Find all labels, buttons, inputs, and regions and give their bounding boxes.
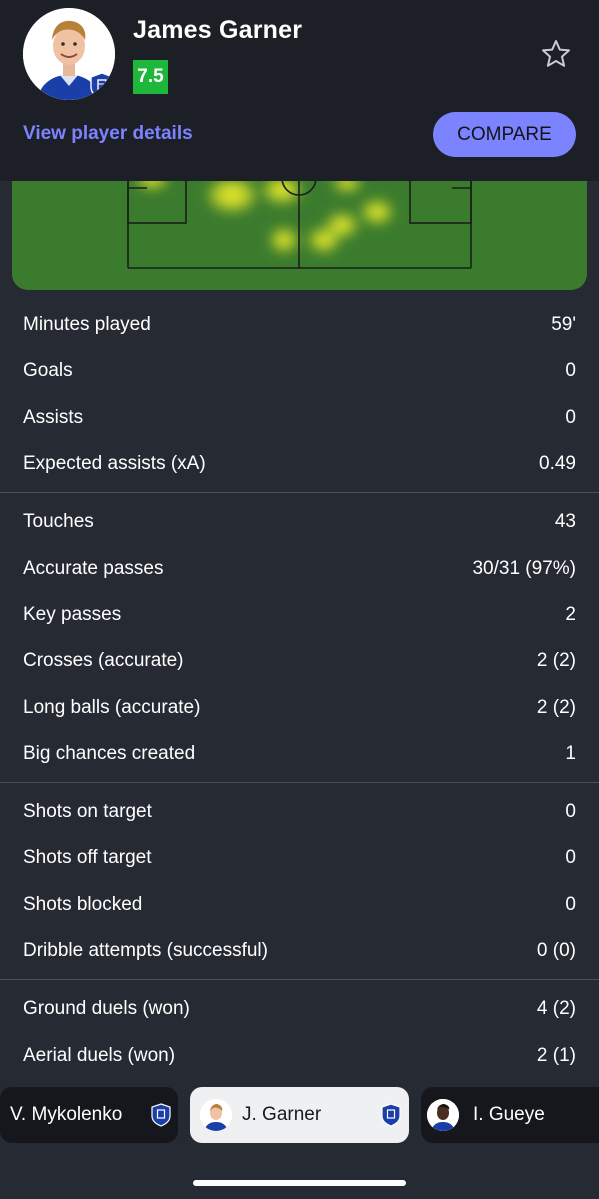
stat-label: Crosses (accurate): [23, 650, 184, 672]
player-chip-label: J. Garner: [242, 1104, 322, 1125]
star-outline-icon[interactable]: [540, 38, 572, 70]
stat-row-touches: Touches 43: [0, 499, 599, 545]
club-crest-icon: [151, 1103, 171, 1127]
stat-label: Aerial duels (won): [23, 1044, 176, 1066]
stat-row-goals: Goals 0: [0, 348, 599, 394]
stat-row-dribble-attempts: Dribble attempts (successful) 0 (0): [0, 928, 599, 974]
stat-label: Shots on target: [23, 801, 152, 823]
stat-value: 0: [565, 406, 576, 428]
player-chip-mykolenko[interactable]: V. Mykolenko: [0, 1087, 178, 1143]
stat-label: Accurate passes: [23, 557, 164, 579]
stat-label: Dribble attempts (successful): [23, 940, 268, 961]
stat-value: 0: [565, 847, 576, 869]
stats-group-passing: Touches 43 Accurate passes 30/31 (97%) K…: [0, 499, 599, 777]
stats-list: Minutes played 59' Goals 0 Assists 0 Exp…: [0, 302, 599, 1079]
stat-label: Ground duels (won): [23, 998, 190, 1020]
stat-value: 1: [565, 742, 576, 764]
stat-value: 0: [565, 801, 576, 823]
stats-group-duels: Ground duels (won) 4 (2) Aerial duels (w…: [0, 986, 599, 1079]
stat-row-shots-on-target: Shots on target 0: [0, 789, 599, 835]
view-player-details-link[interactable]: View player details: [23, 123, 193, 145]
stat-row-shots-off-target: Shots off target 0: [0, 835, 599, 881]
stat-row-big-chances-created: Big chances created 1: [0, 731, 599, 777]
stats-group-shooting: Shots on target 0 Shots off target 0 Sho…: [0, 789, 599, 974]
player-chip-label: I. Gueye: [473, 1104, 545, 1125]
stat-row-shots-blocked: Shots blocked 0: [0, 882, 599, 928]
stat-label: Assists: [23, 406, 84, 428]
stat-row-crosses: Crosses (accurate) 2 (2): [0, 638, 599, 684]
stat-label: Minutes played: [23, 314, 151, 336]
stat-label: Big chances created: [23, 742, 196, 764]
stat-label: Shots off target: [23, 847, 152, 869]
stats-group-general: Minutes played 59' Goals 0 Assists 0 Exp…: [0, 302, 599, 487]
player-rating-badge: 7.5: [133, 60, 168, 94]
stat-value: 43: [554, 511, 576, 533]
stat-row-minutes-played: Minutes played 59': [0, 302, 599, 348]
stat-row-long-balls: Long balls (accurate) 2 (2): [0, 684, 599, 730]
section-divider: [0, 781, 599, 783]
player-header: James Garner 7.5 View player details COM…: [0, 0, 599, 181]
stat-label: Long balls (accurate): [23, 696, 201, 718]
home-indicator: [193, 1180, 406, 1186]
stat-value: 0: [565, 360, 576, 382]
stat-row-ground-duels: Ground duels (won) 4 (2): [0, 986, 599, 1032]
stat-value: 2 (2): [536, 650, 576, 672]
stat-row-expected-assists: Expected assists (xA) 0.49: [0, 441, 599, 487]
stat-value: 0.49: [539, 453, 576, 475]
stat-value: 59': [551, 314, 576, 336]
stat-value: 2 (1): [536, 1044, 576, 1066]
stat-value: 30/31 (97%): [472, 557, 576, 579]
stat-value: 2 (2): [536, 696, 576, 718]
stat-value: 2: [565, 603, 576, 625]
stat-label: Goals: [23, 360, 73, 382]
stat-row-key-passes: Key passes 2: [0, 592, 599, 638]
player-avatar-small: [200, 1099, 232, 1131]
stat-row-assists: Assists 0: [0, 395, 599, 441]
player-chip-garner[interactable]: J. Garner: [190, 1087, 409, 1143]
section-divider: [0, 979, 599, 981]
player-switcher: V. Mykolenko J. Garner I. Gueye: [0, 1085, 599, 1143]
player-name: James Garner: [133, 16, 303, 44]
player-avatar[interactable]: [23, 8, 115, 100]
player-avatar-small: [427, 1099, 459, 1131]
stat-row-accurate-passes: Accurate passes 30/31 (97%): [0, 545, 599, 591]
player-chip-label: V. Mykolenko: [10, 1104, 123, 1125]
player-photo-icon: [200, 1099, 232, 1131]
player-photo-icon: [427, 1099, 459, 1131]
stat-value: 0: [565, 893, 576, 915]
stat-label: Expected assists (xA): [23, 453, 206, 475]
section-divider: [0, 492, 599, 494]
stat-row-aerial-duels: Aerial duels (won) 2 (1): [0, 1032, 599, 1078]
club-crest-icon: [381, 1103, 401, 1127]
stat-value: 4 (2): [536, 998, 576, 1020]
stat-label: Shots blocked: [23, 893, 143, 915]
stat-value: 0 (0): [536, 940, 576, 961]
stat-label: Key passes: [23, 603, 122, 625]
player-chip-gueye[interactable]: I. Gueye: [421, 1087, 599, 1143]
stat-label: Touches: [23, 511, 94, 533]
club-crest-icon: [90, 72, 114, 100]
compare-button[interactable]: COMPARE: [433, 112, 576, 157]
